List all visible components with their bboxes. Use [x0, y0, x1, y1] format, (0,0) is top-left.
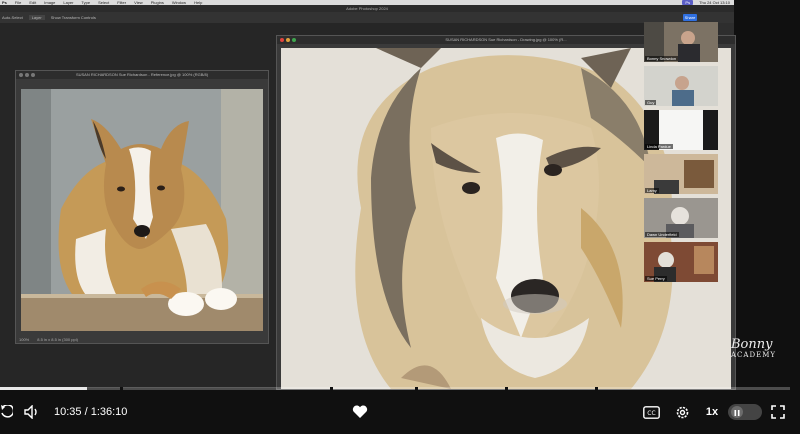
fullscreen-icon[interactable] — [769, 395, 787, 429]
current-time: 10:35 — [54, 406, 82, 418]
participant-tile[interactable]: Sue Perry — [644, 242, 718, 282]
play-pause-toggle[interactable] — [728, 404, 762, 420]
video-call-gallery: Bonny Snowdon Guy Linda Pardue Lamy Dawn… — [644, 22, 718, 284]
reference-window-title: SUSAN RICHARDSON Sue Richardson - Refere… — [75, 72, 209, 77]
settings-icon[interactable] — [673, 395, 691, 429]
drawing-window-title: SUSAN RICHARDSON Sue Richardson - Drawin… — [445, 37, 567, 42]
participant-tile[interactable]: Lamy — [644, 154, 718, 194]
window-controls[interactable] — [19, 73, 35, 77]
chapter-marker — [330, 387, 333, 390]
option-show-transform[interactable]: Show Transform Controls — [51, 15, 96, 20]
heart-icon[interactable] — [351, 395, 369, 429]
replay-icon[interactable] — [0, 395, 14, 429]
video-progress-fill — [0, 387, 87, 390]
collie-photo-illustration — [21, 89, 263, 331]
document-size: 8.5 in x 8.5 in (300 ppi) — [37, 337, 78, 342]
participant-name: Bonny Snowdon — [645, 56, 679, 61]
watermark-academy: ACADEMY — [731, 351, 776, 359]
participant-tile[interactable]: Linda Pardue — [644, 110, 718, 150]
share-button[interactable]: Share — [683, 14, 697, 21]
ps-app-title: Adobe Photoshop 2024 — [0, 5, 734, 12]
playback-speed-button[interactable]: 1x — [702, 395, 722, 429]
video-progress-bar[interactable] — [0, 387, 790, 390]
reference-document-window[interactable]: SUSAN RICHARDSON Sue Richardson - Refere… — [15, 70, 269, 344]
participant-tile[interactable]: Dawn Underfield — [644, 198, 718, 238]
participant-name: Dawn Underfield — [645, 232, 679, 237]
video-time-display: 10:35 / 1:36:10 — [54, 395, 127, 429]
watermark-script: Bonny — [731, 337, 773, 352]
reference-photo-collie — [21, 89, 263, 331]
participant-tile[interactable]: Guy — [644, 66, 718, 106]
reference-status-bar: 100% 8.5 in x 8.5 in (300 ppi) — [19, 337, 78, 342]
chapter-marker — [505, 387, 508, 390]
participant-tile[interactable]: Bonny Snowdon — [644, 22, 718, 62]
reference-window-titlebar[interactable]: SUSAN RICHARDSON Sue Richardson - Refere… — [16, 71, 268, 79]
participant-name: Linda Pardue — [645, 144, 673, 149]
ps-options-bar: Auto-Select Layer Show Transform Control… — [0, 12, 734, 23]
chapter-marker — [415, 387, 418, 390]
academy-watermark-logo: Bonny ACADEMY — [731, 338, 793, 372]
captions-icon[interactable]: CC — [642, 395, 660, 429]
participant-name: Lamy — [645, 188, 659, 193]
option-layer-dropdown[interactable]: Layer — [28, 15, 45, 20]
window-controls[interactable] — [280, 38, 296, 42]
volume-icon[interactable] — [22, 395, 42, 429]
pause-icon — [731, 406, 743, 418]
duration: 1:36:10 — [90, 406, 128, 418]
svg-text:CC: CC — [647, 410, 655, 417]
time-separator: / — [81, 406, 91, 418]
chapter-marker — [120, 387, 123, 390]
participant-name: Guy — [645, 100, 657, 105]
video-controls: 10:35 / 1:36:10 CC 1x — [0, 395, 800, 429]
zoom-level[interactable]: 100% — [19, 337, 29, 342]
participant-name: Sue Perry — [645, 276, 667, 281]
chapter-marker — [595, 387, 598, 390]
option-auto-select[interactable]: Auto-Select — [2, 15, 23, 20]
